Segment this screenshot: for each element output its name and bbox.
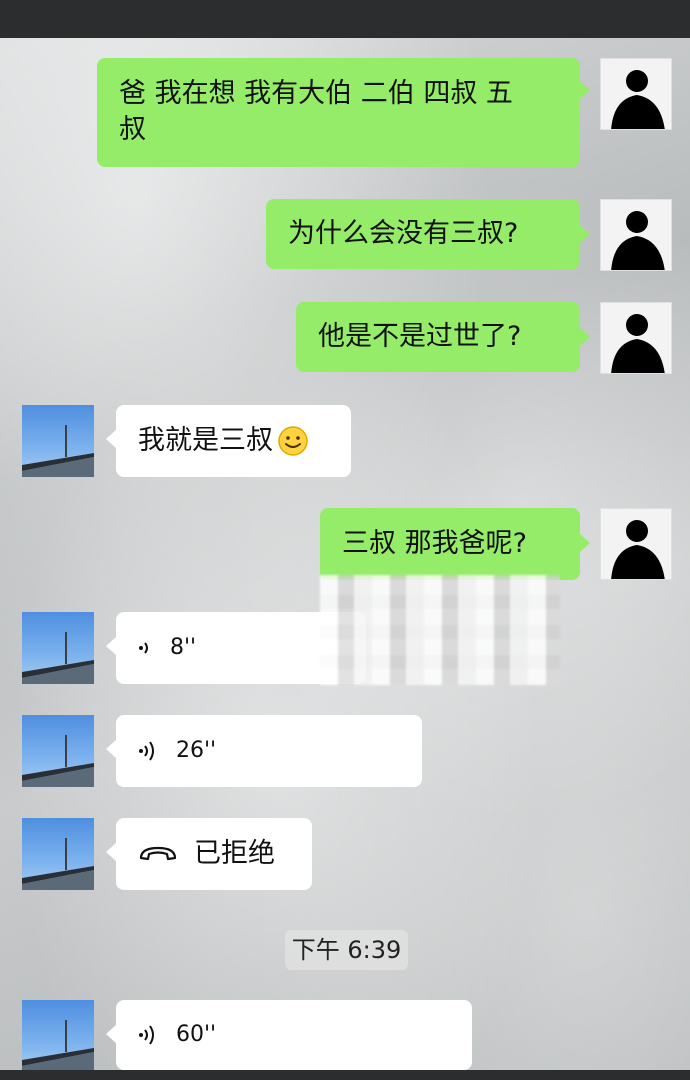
voice-wave-icon bbox=[139, 642, 148, 654]
call-status-text: 已拒绝 bbox=[194, 838, 275, 869]
sent-message-bubble[interactable]: 他是不是过世了? bbox=[296, 302, 580, 372]
my-avatar[interactable] bbox=[600, 199, 672, 271]
voice-wave-icon bbox=[139, 1025, 154, 1045]
voice-duration: 60'' bbox=[176, 1022, 217, 1047]
message-timestamp: 下午 6:39 bbox=[285, 930, 408, 970]
sky-bridge-avatar-icon bbox=[22, 425, 94, 477]
bubble-tail bbox=[580, 81, 590, 99]
voice-wave-icon bbox=[139, 741, 154, 761]
sky-bridge-avatar-icon bbox=[22, 735, 94, 787]
message-text: 三叔 那我爸呢? bbox=[342, 528, 527, 559]
pixelated-redaction bbox=[320, 575, 560, 685]
silhouette-avatar-icon bbox=[611, 211, 665, 270]
bubble-tail bbox=[106, 843, 116, 861]
message-text: 我就是三叔 bbox=[138, 425, 273, 456]
contact-avatar[interactable] bbox=[22, 715, 94, 787]
sky-bridge-avatar-icon bbox=[22, 632, 94, 684]
bubble-tail bbox=[106, 430, 116, 448]
bubble-tail bbox=[106, 740, 116, 758]
top-status-bar bbox=[0, 0, 690, 38]
silhouette-avatar-icon bbox=[611, 520, 665, 579]
voice-duration: 8'' bbox=[170, 635, 197, 660]
sky-bridge-avatar-icon bbox=[22, 838, 94, 890]
bubble-tail bbox=[580, 328, 590, 346]
my-avatar[interactable] bbox=[600, 302, 672, 374]
my-avatar[interactable] bbox=[600, 58, 672, 130]
sent-message-bubble[interactable]: 三叔 那我爸呢? bbox=[320, 508, 580, 580]
bottom-bar bbox=[0, 1070, 690, 1080]
message-text: 他是不是过世了? bbox=[318, 321, 522, 352]
silhouette-avatar-icon bbox=[611, 314, 665, 373]
contact-avatar[interactable] bbox=[22, 612, 94, 684]
contact-avatar[interactable] bbox=[22, 405, 94, 477]
message-text: 为什么会没有三叔? bbox=[288, 218, 519, 249]
voice-message-bubble[interactable]: 26'' bbox=[116, 715, 422, 787]
sent-message-bubble[interactable]: 爸 我在想 我有大伯 二伯 四叔 五 叔 bbox=[97, 58, 580, 167]
bubble-tail bbox=[106, 637, 116, 655]
my-avatar[interactable] bbox=[600, 508, 672, 580]
received-message-bubble[interactable]: 我就是三叔 bbox=[116, 405, 351, 477]
voice-message-bubble[interactable]: 60'' bbox=[116, 1000, 472, 1070]
bubble-tail bbox=[580, 534, 590, 552]
silhouette-avatar-icon bbox=[611, 70, 665, 129]
bubble-tail bbox=[106, 1025, 116, 1043]
message-text-line: 爸 我在想 我有大伯 二伯 四叔 五 bbox=[119, 78, 513, 109]
smiley-emoji-icon bbox=[278, 426, 308, 456]
contact-avatar[interactable] bbox=[22, 818, 94, 890]
sky-bridge-avatar-icon bbox=[22, 1020, 94, 1072]
call-status-bubble[interactable]: 已拒绝 bbox=[116, 818, 312, 890]
contact-avatar[interactable] bbox=[22, 1000, 94, 1072]
message-text-line: 叔 bbox=[119, 114, 146, 145]
sent-message-bubble[interactable]: 为什么会没有三叔? bbox=[266, 199, 580, 269]
bubble-tail bbox=[580, 225, 590, 243]
voice-duration: 26'' bbox=[176, 738, 217, 763]
phone-hangup-icon bbox=[139, 846, 177, 861]
